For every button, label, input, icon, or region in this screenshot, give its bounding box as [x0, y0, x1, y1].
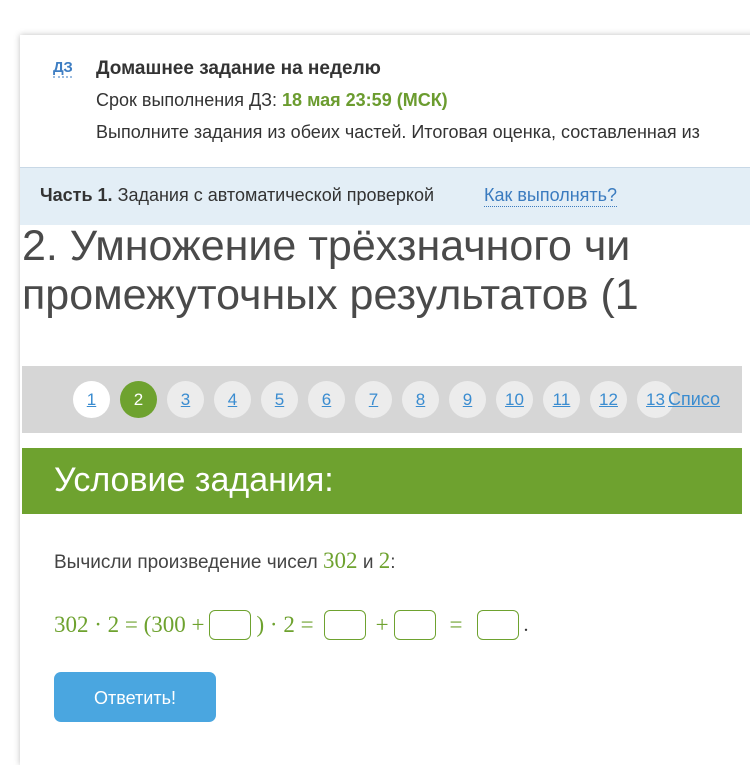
answer-input-4[interactable] — [476, 610, 519, 640]
page-link-9[interactable]: 9 — [449, 381, 486, 418]
task-title: 2. Умножение трёхзначного чи промежуточн… — [22, 222, 639, 320]
task-pagination: 1 2 3 4 5 6 7 8 9 10 11 12 13 Списо — [22, 366, 742, 433]
page-link-5[interactable]: 5 — [261, 381, 298, 418]
page-link-2[interactable]: 2 — [120, 381, 157, 418]
page-link-7[interactable]: 7 — [355, 381, 392, 418]
page-link-12[interactable]: 12 — [590, 381, 627, 418]
page-link-8[interactable]: 8 — [402, 381, 439, 418]
task-title-line-2: промежуточных результатов (1 — [22, 271, 639, 319]
part-label: Часть 1. Задания с автоматической провер… — [40, 185, 434, 206]
answer-input-1[interactable] — [208, 610, 251, 640]
deadline-label: Срок выполнения ДЗ: — [96, 90, 278, 110]
equation-plus: + — [375, 612, 389, 637]
answer-input-3[interactable] — [393, 610, 436, 640]
homework-deadline: Срок выполнения ДЗ: 18 мая 23:59 (МСК) — [96, 90, 448, 111]
part-number: Часть 1. — [40, 185, 113, 205]
equation-mid: ) · 2 = — [256, 612, 314, 637]
homework-icon: ДЗ — [53, 59, 73, 78]
number-a: 302 — [323, 548, 358, 573]
equation-equals: = — [449, 612, 463, 637]
page-link-4[interactable]: 4 — [214, 381, 251, 418]
submit-answer-button[interactable]: Ответить! — [54, 672, 216, 722]
number-b: 2 — [378, 548, 391, 573]
page-link-11[interactable]: 11 — [543, 381, 580, 418]
question-colon: : — [390, 552, 396, 573]
question-conjunction: и — [362, 552, 374, 573]
page-link-1[interactable]: 1 — [73, 381, 110, 418]
page-link-3[interactable]: 3 — [167, 381, 204, 418]
part-title: Задания с автоматической проверкой — [117, 185, 435, 205]
question-prefix: Вычисли произведение чисел — [54, 552, 318, 573]
homework-description: Выполните задания из обеих частей. Итого… — [96, 122, 700, 142]
condition-title: Условие задания: — [54, 461, 334, 499]
page-link-6[interactable]: 6 — [308, 381, 345, 418]
task-list-link[interactable]: Списо — [668, 389, 720, 410]
homework-title: Домашнее задание на неделю — [96, 58, 381, 79]
part-bar: Часть 1. Задания с автоматической провер… — [20, 167, 750, 225]
answer-input-2[interactable] — [323, 610, 366, 640]
equation: 302 · 2 = (300 + ) · 2 = + = . — [54, 607, 529, 643]
task-title-line-1: 2. Умножение трёхзначного чи — [22, 222, 631, 270]
question-text: Вычисли произведение чисел 302 и 2: — [54, 548, 396, 574]
how-to-link[interactable]: Как выполнять? — [484, 185, 618, 207]
deadline-value: 18 мая 23:59 (МСК) — [282, 90, 448, 110]
condition-header: Условие задания: — [22, 448, 742, 514]
homework-header: ДЗ Домашнее задание на неделю Срок выпол… — [20, 35, 750, 167]
equation-end: . — [523, 613, 529, 636]
page-link-10[interactable]: 10 — [496, 381, 533, 418]
equation-lhs: 302 · 2 = (300 + — [54, 612, 205, 637]
